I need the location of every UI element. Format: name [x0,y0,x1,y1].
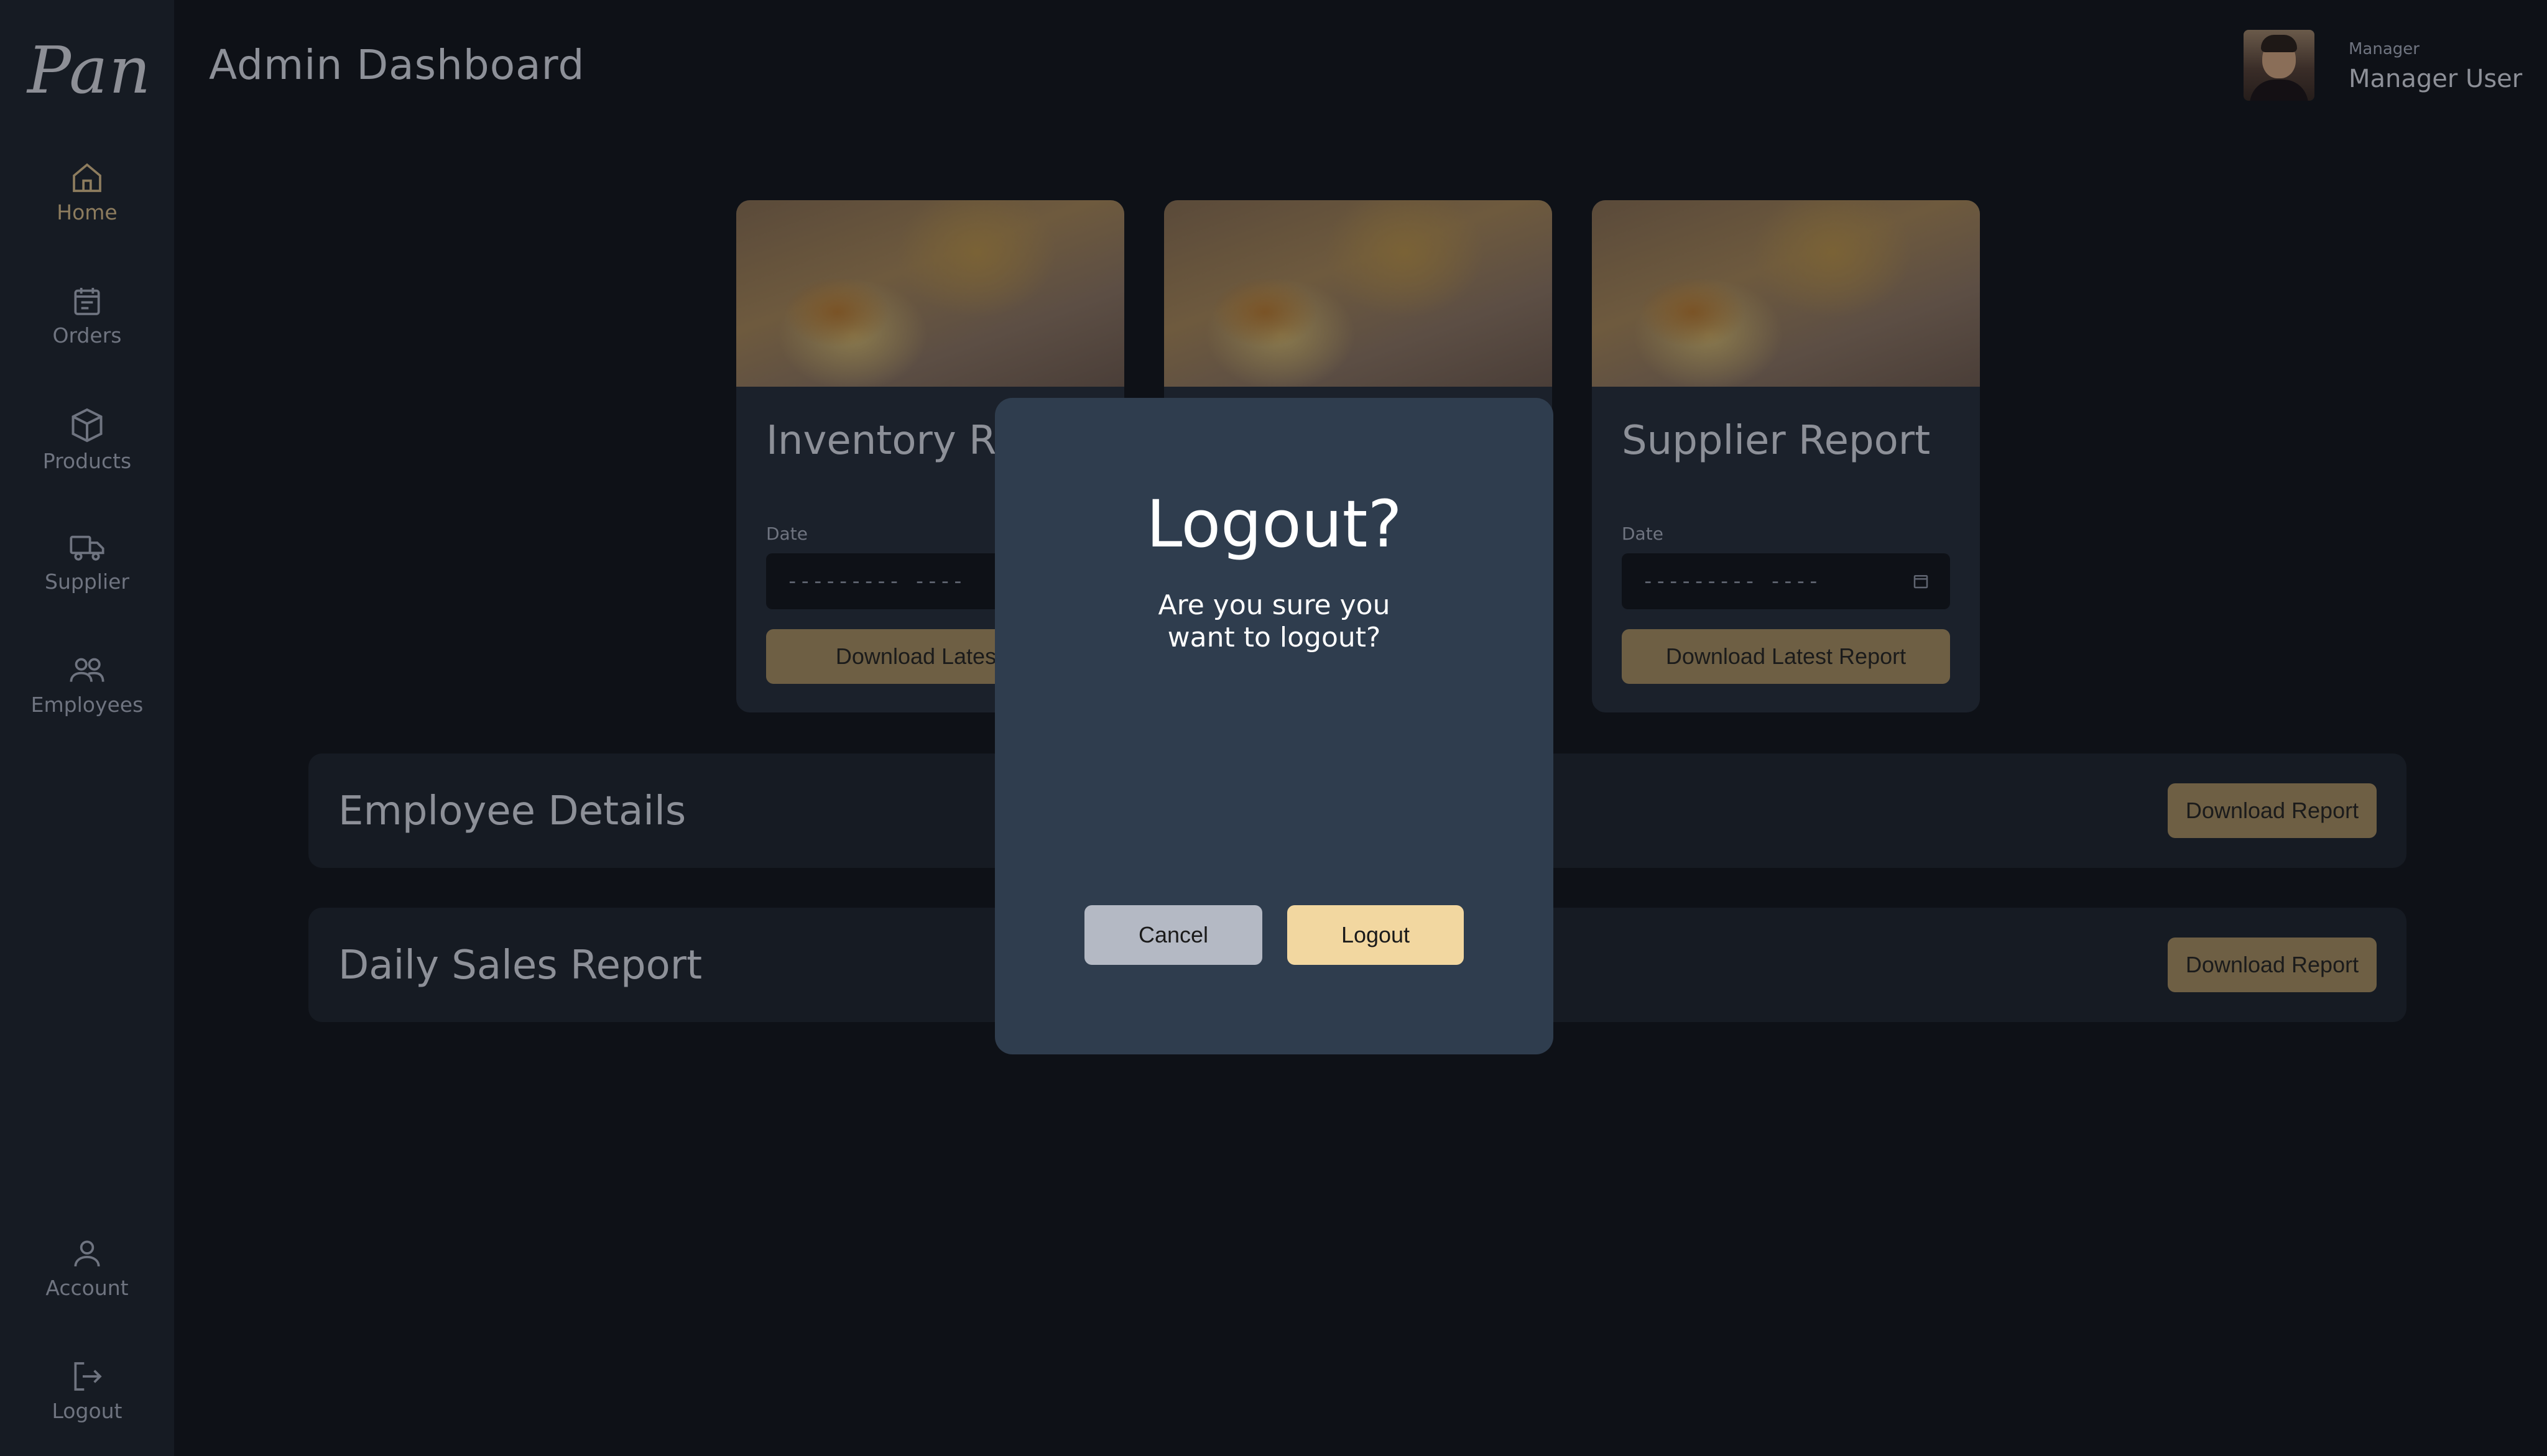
bread-image [736,200,1124,387]
sidebar-item-label: Products [42,449,132,473]
bread-image [1164,200,1552,387]
sidebar-item-employees[interactable]: Employees [0,653,174,717]
sidebar-item-supplier[interactable]: Supplier [0,530,174,594]
card-title: Supplier Report [1622,418,1931,464]
user-name: Manager User [2349,65,2523,93]
sidebar-item-logout[interactable]: Logout [0,1359,174,1423]
download-report-button[interactable]: Download Report [2168,938,2377,992]
row-title: Employee Details [338,788,686,834]
user-icon [74,1240,100,1267]
calendar-icon[interactable] [1911,572,1930,591]
logout-dialog: Logout? Are you sure you want to logout?… [995,398,1553,1054]
sidebar-item-label: Home [57,200,118,224]
user-role: Manager [2349,40,2420,58]
download-latest-report-button[interactable]: Download Latest Report [1622,629,1950,684]
sidebar-item-label: Orders [52,323,122,348]
app-logo: Pan [27,32,152,108]
confirm-logout-button[interactable]: Logout [1287,905,1464,965]
date-label: Date [766,523,808,544]
box-icon [72,408,103,443]
sidebar-item-label: Account [45,1276,129,1300]
sidebar-item-label: Supplier [45,569,129,594]
page-title: Admin Dashboard [209,41,585,89]
card-title: Inventory Re [766,418,1019,464]
date-input[interactable]: --------- ---- [1622,553,1950,609]
avatar[interactable] [2244,30,2314,101]
sidebar-item-label: Logout [52,1399,122,1423]
calendar-icon [74,288,100,315]
sidebar-item-orders[interactable]: Orders [0,283,174,348]
date-label: Date [1622,523,1663,544]
sidebar-item-home[interactable]: Home [0,160,174,224]
logout-icon [74,1362,102,1391]
cancel-button[interactable]: Cancel [1084,905,1262,965]
row-title: Daily Sales Report [338,942,703,988]
sidebar-item-label: Employees [30,693,144,717]
bread-image [1592,200,1980,387]
sidebar-item-products[interactable]: Products [0,407,174,473]
truck-icon [70,535,104,561]
supplier-report-card: Supplier Report Date --------- ---- Down… [1592,200,1980,712]
home-icon [73,163,101,192]
dialog-message: Are you sure you want to logout? [1158,589,1390,653]
date-placeholder: --------- ---- [1642,569,1820,594]
users-icon [70,658,104,682]
download-report-button[interactable]: Download Report [2168,783,2377,838]
dialog-title: Logout? [1146,486,1402,562]
sidebar: Pan Home Orders Products Supplier Employ… [0,0,174,1456]
sidebar-item-account[interactable]: Account [0,1236,174,1300]
